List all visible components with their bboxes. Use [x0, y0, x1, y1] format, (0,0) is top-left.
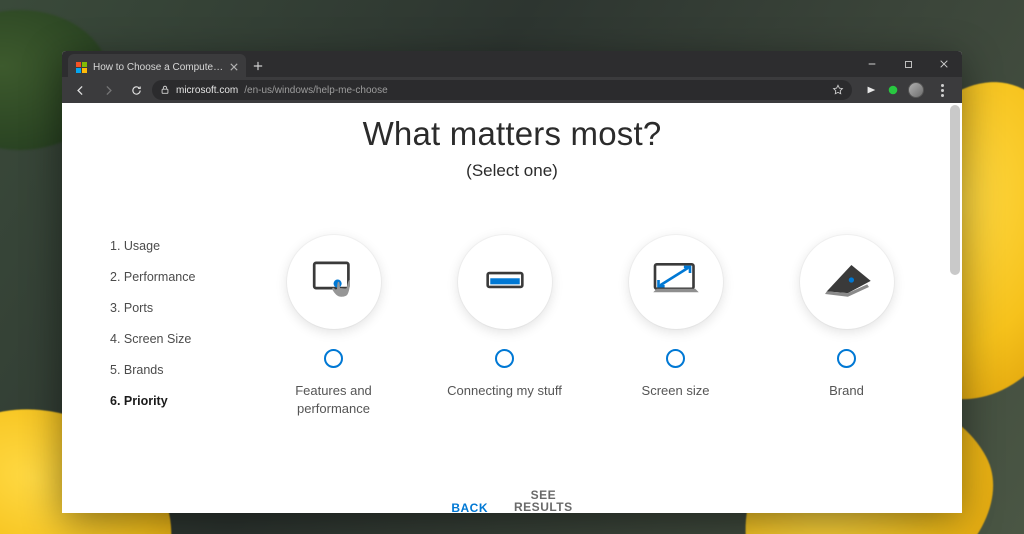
url-host: microsoft.com [176, 85, 238, 96]
back-button[interactable] [68, 78, 92, 102]
step-brands[interactable]: 5. Brands [110, 363, 240, 377]
vertical-scrollbar[interactable] [950, 105, 960, 275]
radio-icon [837, 349, 856, 368]
reload-button[interactable] [124, 78, 148, 102]
browser-window: How to Choose a Computer: Fin [62, 51, 962, 513]
tab-title: How to Choose a Computer: Fin [93, 62, 224, 73]
option-label: Screen size [642, 382, 710, 400]
bookmark-star-icon[interactable] [832, 84, 844, 96]
window-close-button[interactable] [926, 51, 962, 77]
usb-port-icon [479, 262, 531, 303]
step-ports[interactable]: 3. Ports [110, 301, 240, 315]
close-tab-icon[interactable] [230, 63, 238, 71]
option-connecting-stuff[interactable]: Connecting my stuff [430, 235, 580, 400]
lock-icon [160, 85, 170, 95]
browser-tab-active[interactable]: How to Choose a Computer: Fin [68, 54, 246, 80]
footer-actions: BACK SEE RESULTS [62, 489, 962, 513]
tab-bar: How to Choose a Computer: Fin [62, 51, 962, 77]
option-illustration [629, 235, 723, 329]
screen-size-icon [648, 258, 704, 307]
see-results-line2: RESULTS [514, 500, 573, 513]
step-priority[interactable]: 6. Priority [110, 394, 240, 408]
option-screen-size[interactable]: Screen size [601, 235, 751, 400]
extension-icons [856, 82, 956, 98]
option-brand[interactable]: Brand [772, 235, 922, 400]
step-performance[interactable]: 2. Performance [110, 270, 240, 284]
option-illustration [287, 235, 381, 329]
radio-icon [495, 349, 514, 368]
option-illustration [458, 235, 552, 329]
option-label: Brand [829, 382, 864, 400]
extension-icon-1[interactable] [864, 83, 878, 97]
browser-menu-button[interactable] [932, 84, 952, 97]
radio-icon [666, 349, 685, 368]
see-results-link[interactable]: SEE RESULTS [514, 489, 573, 513]
option-illustration [800, 235, 894, 329]
browser-toolbar: microsoft.com/en-us/windows/help-me-choo… [62, 77, 962, 103]
page-content: What matters most? (Select one) 1. Usage… [62, 103, 962, 513]
option-features-performance[interactable]: Features and performance [259, 235, 409, 417]
page-title: What matters most? [62, 115, 962, 153]
address-bar[interactable]: microsoft.com/en-us/windows/help-me-choo… [152, 80, 852, 100]
step-usage[interactable]: 1. Usage [110, 239, 240, 253]
option-label: Connecting my stuff [447, 382, 562, 400]
forward-button[interactable] [96, 78, 120, 102]
wizard-steps: 1. Usage 2. Performance 3. Ports 4. Scre… [110, 235, 240, 417]
laptop-brand-icon [818, 257, 876, 308]
touch-screen-icon [307, 257, 361, 308]
radio-icon [324, 349, 343, 368]
step-screen-size[interactable]: 4. Screen Size [110, 332, 240, 346]
new-tab-button[interactable] [246, 54, 270, 77]
window-controls [854, 51, 962, 77]
url-path: /en-us/windows/help-me-choose [244, 85, 387, 96]
window-maximize-button[interactable] [890, 51, 926, 77]
page-subtitle: (Select one) [62, 161, 962, 181]
option-label: Features and performance [259, 382, 409, 417]
back-link[interactable]: BACK [451, 501, 488, 513]
window-minimize-button[interactable] [854, 51, 890, 77]
option-group: Features and performance Connecting my [240, 235, 932, 417]
profile-avatar[interactable] [908, 82, 924, 98]
extension-icon-2[interactable] [886, 83, 900, 97]
microsoft-favicon [76, 62, 87, 73]
